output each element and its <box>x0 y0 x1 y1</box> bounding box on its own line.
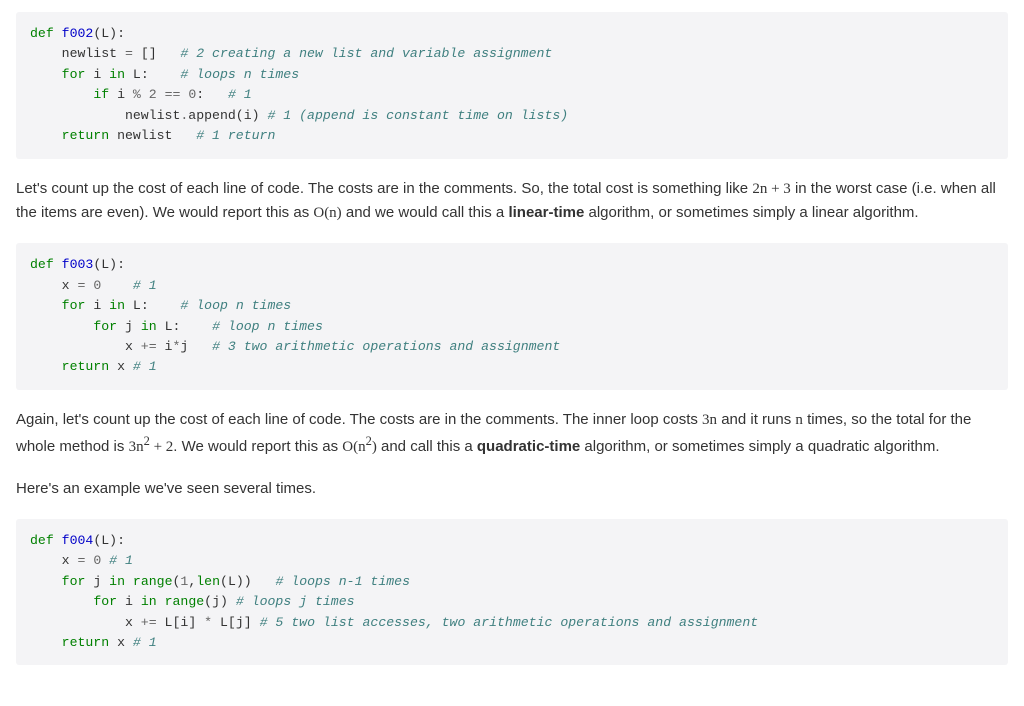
code-block-f002: def f002(L): newlist = [] # 2 creating a… <box>16 12 1008 159</box>
math-big-o-n2: O(n2) <box>342 439 377 455</box>
math-3n: 3n <box>702 412 717 428</box>
code-block-f004: def f004(L): x = 0 # 1 for j in range(1,… <box>16 519 1008 666</box>
math-big-o-n: O(n) <box>313 205 341 221</box>
paragraph-linear-time: Let's count up the cost of each line of … <box>16 177 1008 226</box>
paragraph-example-intro: Here's an example we've seen several tim… <box>16 477 1008 500</box>
math-n: n <box>795 412 803 428</box>
math-3n2-plus-2: 3n2 + 2 <box>129 439 174 455</box>
document-page: def f002(L): newlist = [] # 2 creating a… <box>0 12 1024 703</box>
math-2n-plus-3: 2n + 3 <box>752 181 790 197</box>
paragraph-quadratic-time: Again, let's count up the cost of each l… <box>16 408 1008 460</box>
code-block-f003: def f003(L): x = 0 # 1 for i in L: # loo… <box>16 243 1008 390</box>
term-quadratic-time: quadratic-time <box>477 438 580 455</box>
term-linear-time: linear-time <box>508 204 584 221</box>
